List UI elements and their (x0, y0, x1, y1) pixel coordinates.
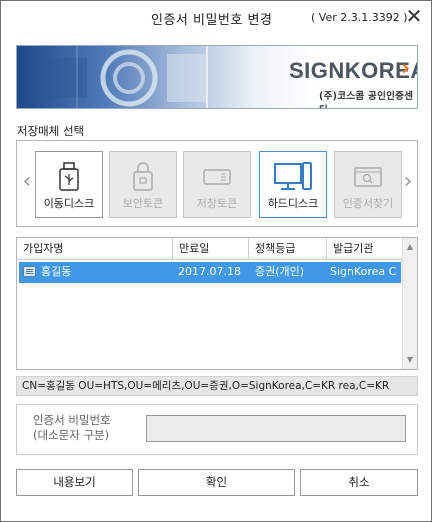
media-removable-disk[interactable]: 이동디스크 (35, 151, 103, 218)
subject-dn-text: CN=홍길동 OU=HTS,OU=메리츠,OU=증권,O=SignKorea,C… (16, 376, 418, 396)
column-header-expiry[interactable]: 만료일 (173, 238, 249, 260)
scroll-right-icon[interactable]: › (401, 169, 415, 194)
cell-subscriber: 홍길동 (41, 265, 72, 278)
certificate-icon (23, 266, 36, 277)
scroll-down-icon[interactable]: ▼ (403, 353, 417, 367)
find-certificate-icon (335, 160, 401, 194)
media-label: 인증서찾기 (342, 197, 394, 210)
table-header: 가입자명 만료일 정책등급 발급기관 (17, 238, 403, 260)
password-input[interactable] (146, 415, 406, 442)
media-hard-disk[interactable]: 하드디스크 (259, 151, 327, 218)
vertical-scrollbar[interactable]: ▲ ▼ (402, 238, 417, 369)
confirm-button[interactable]: 확인 (138, 469, 295, 496)
brand-subtitle: (주)코스콤 공인인증센터 (319, 91, 414, 108)
cell-policy: 증권(개인) (255, 265, 305, 278)
media-label: 하드디스크 (267, 197, 319, 210)
media-storage-token[interactable]: 저장토큰 (183, 151, 251, 218)
column-header-policy[interactable]: 정책등급 (249, 238, 327, 260)
column-header-subscriber[interactable]: 가입자명 (17, 238, 173, 260)
media-label: 저장토큰 (196, 197, 238, 210)
view-details-button[interactable]: 내용보기 (16, 469, 133, 496)
password-label-line2: (대소문자 구분) (33, 428, 110, 442)
media-find-certificate[interactable]: 인증서찾기 (334, 151, 402, 218)
dialog-title: 인증서 비밀번호 변경 (151, 13, 273, 28)
media-label: 이동디스크 (43, 197, 95, 210)
usb-drive-icon (36, 160, 102, 194)
scroll-left-icon[interactable]: ‹ (20, 169, 34, 194)
title-bar: 인증서 비밀번호 변경 ( Ver 2.3.1.3392 ) ✕ (1, 1, 431, 34)
password-section: 인증서 비밀번호 (대소문자 구분) (16, 404, 418, 455)
security-token-icon (110, 160, 176, 194)
scroll-up-icon[interactable]: ▲ (403, 240, 417, 254)
certificate-password-dialog: 인증서 비밀번호 변경 ( Ver 2.3.1.3392 ) ✕ SIGNKOR… (0, 0, 432, 522)
cell-expiry: 2017.07.18 (178, 265, 241, 278)
password-label: 인증서 비밀번호 (대소문자 구분) (33, 413, 111, 443)
brand-name: SIGNKOREA (289, 58, 418, 83)
media-label: 보안토큰 (122, 197, 164, 210)
cell-issuer: SignKorea C (330, 265, 397, 278)
brand-chevron-icon: › (401, 56, 411, 81)
table-row[interactable]: 홍길동 2017.07.18 증권(개인) SignKorea C (19, 262, 401, 283)
media-security-token[interactable]: 보안토큰 (109, 151, 177, 218)
certificate-list: 가입자명 만료일 정책등급 발급기관 홍길동 2017.07.18 증권(개인)… (16, 237, 418, 370)
banner-artwork-icon (37, 46, 208, 108)
hard-disk-icon (260, 160, 326, 194)
storage-media-label: 저장매체 선택 (17, 124, 85, 138)
storage-token-icon (184, 160, 250, 194)
password-label-line1: 인증서 비밀번호 (33, 413, 111, 427)
cancel-button[interactable]: 취소 (300, 469, 418, 496)
column-header-issuer[interactable]: 발급기관 (327, 238, 403, 260)
signkorea-banner: SIGNKOREA › (주)코스콤 공인인증센터 (16, 45, 418, 109)
close-icon[interactable]: ✕ (403, 5, 425, 27)
storage-media-selector: ‹ 이동디스크 보안토큰 저장토큰 하드디스크 인증서찾기 › (16, 140, 418, 227)
version-label: ( Ver 2.3.1.3392 ) (311, 11, 408, 24)
